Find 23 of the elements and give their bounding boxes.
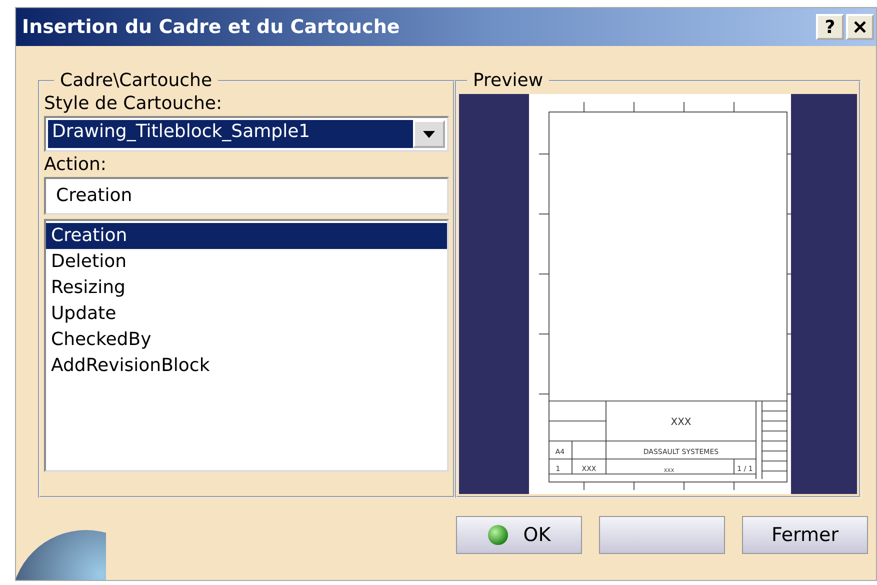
title-text: XXX	[670, 417, 692, 428]
group-legend: Preview	[467, 70, 550, 91]
list-item[interactable]: Update	[46, 301, 447, 327]
blank-button[interactable]	[599, 516, 725, 554]
list-item[interactable]: Creation	[46, 223, 447, 249]
list-item[interactable]: Resizing	[46, 275, 447, 301]
dropdown-arrow-button[interactable]	[413, 120, 445, 148]
help-button[interactable]: ?	[816, 14, 844, 40]
action-label: Action:	[44, 154, 108, 175]
style-dropdown[interactable]: Drawing_Titleblock_Sample1	[44, 116, 449, 152]
close-icon	[853, 20, 867, 34]
style-label: Style de Cartouche:	[44, 93, 224, 114]
list-item[interactable]: AddRevisionBlock	[46, 353, 447, 379]
window-title: Insertion du Cadre et du Cartouche	[22, 16, 401, 38]
group-legend: Cadre\Cartouche	[54, 70, 218, 91]
caret-icon	[423, 130, 435, 138]
list-item[interactable]: CheckedBy	[46, 327, 447, 353]
close-button[interactable]	[846, 14, 874, 40]
status-light-icon	[487, 524, 510, 546]
close-dialog-button[interactable]: Fermer	[742, 516, 868, 554]
ok-button[interactable]: OK	[456, 516, 582, 554]
action-field[interactable]: Creation	[44, 177, 449, 215]
list-item[interactable]: Deletion	[46, 249, 447, 275]
